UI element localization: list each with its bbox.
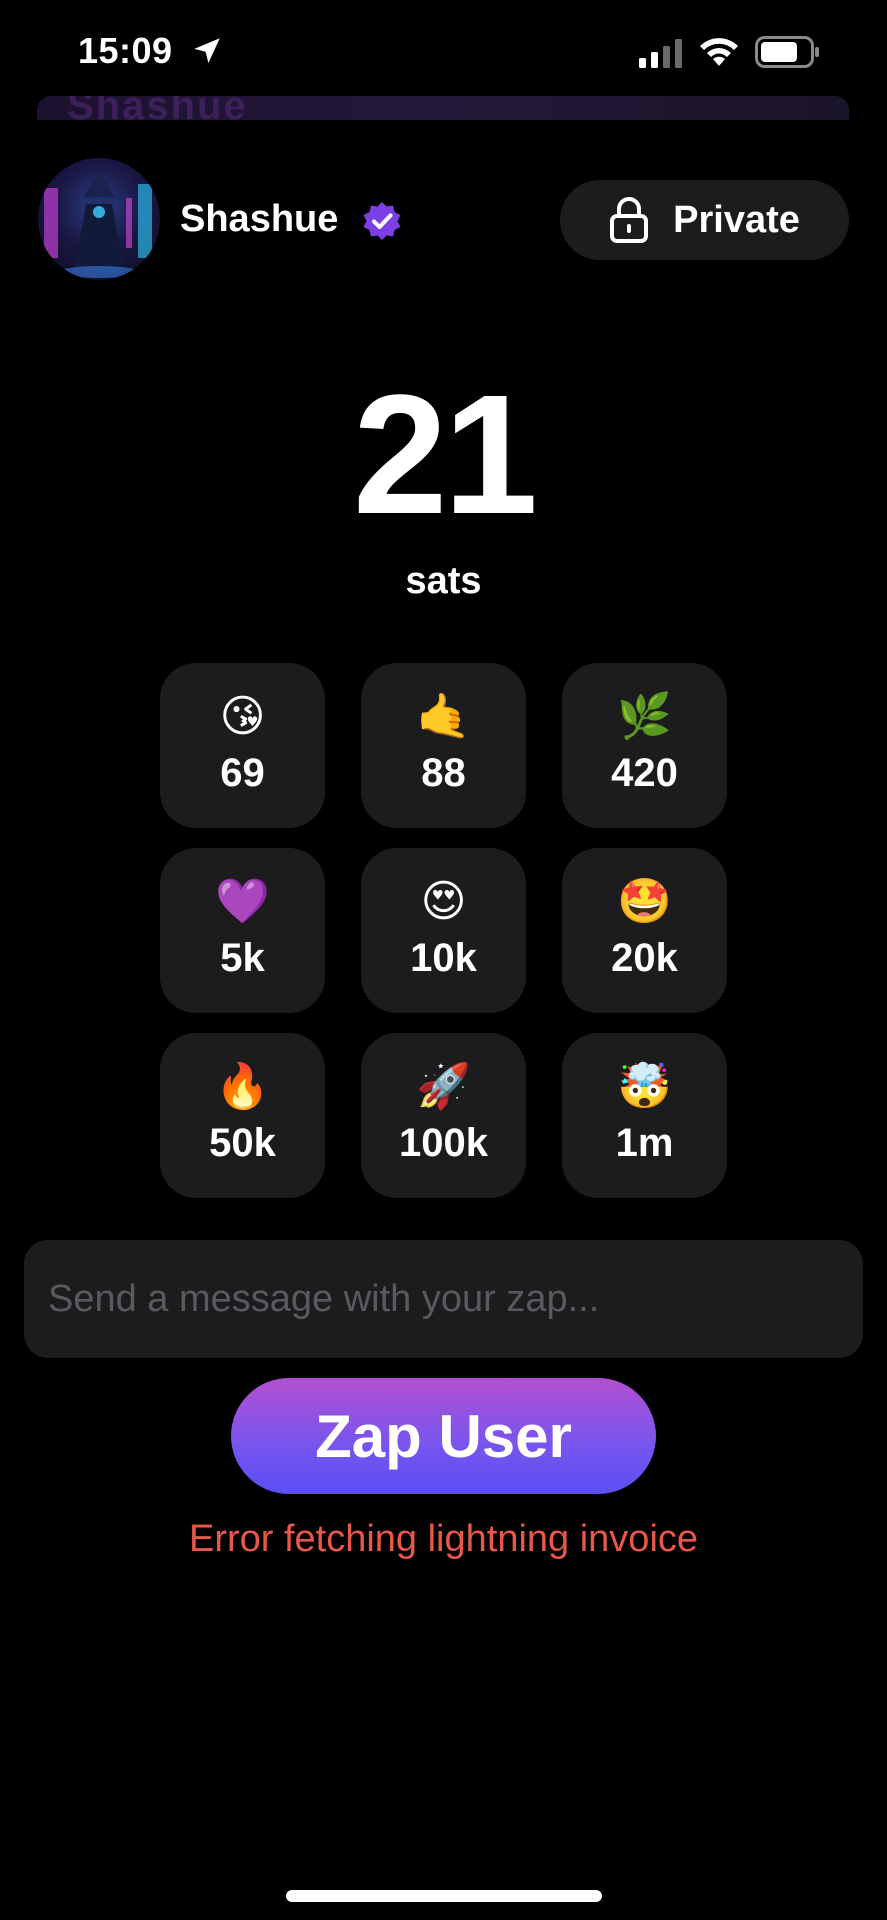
preset-value: 5k — [220, 936, 265, 980]
rocket-emoji-icon: 🚀 — [416, 1062, 471, 1111]
avatar[interactable] — [38, 158, 160, 280]
location-arrow-icon — [194, 38, 220, 64]
preset-value: 88 — [421, 751, 466, 795]
preset-88-button[interactable]: 🤙 88 — [361, 663, 526, 828]
preset-value: 20k — [611, 936, 678, 980]
amount-presets-grid: 😘 69 🤙 88 🌿 420 💜 5k 😍 10k 🤩 20k 🔥 50k 🚀… — [160, 663, 727, 1198]
avatar-image — [44, 170, 152, 278]
preset-50k-button[interactable]: 🔥 50k — [160, 1033, 325, 1198]
preset-1m-button[interactable]: 🤯 1m — [562, 1033, 727, 1198]
heart-eyes-emoji-icon: 😍 — [420, 877, 467, 926]
preset-100k-button[interactable]: 🚀 100k — [361, 1033, 526, 1198]
status-time: 15:09 — [78, 30, 173, 71]
star-struck-emoji-icon: 🤩 — [617, 877, 672, 926]
preset-value: 1m — [615, 1121, 674, 1165]
privacy-toggle-button[interactable]: Private — [560, 180, 849, 260]
herb-emoji-icon: 🌿 — [617, 692, 672, 741]
error-message: Error fetching lightning invoice — [188, 1518, 699, 1560]
zap-message-input[interactable] — [24, 1240, 863, 1358]
home-indicator[interactable] — [286, 1890, 602, 1902]
battery-icon — [755, 36, 819, 68]
zap-amount: 21 — [352, 360, 538, 550]
call-me-hand-emoji-icon: 🤙 — [416, 692, 471, 741]
fire-emoji-icon: 🔥 — [215, 1062, 270, 1111]
purple-heart-emoji-icon: 💜 — [215, 877, 270, 926]
profile-banner: Shashue — [37, 96, 849, 120]
verified-badge-icon — [363, 202, 401, 240]
preset-10k-button[interactable]: 😍 10k — [361, 848, 526, 1013]
preset-value: 100k — [399, 1121, 488, 1165]
amount-unit: sats — [405, 560, 482, 602]
preset-value: 10k — [410, 936, 477, 980]
preset-value: 420 — [611, 751, 678, 795]
preset-value: 50k — [209, 1121, 276, 1165]
preset-69-button[interactable]: 😘 69 — [160, 663, 325, 828]
preset-value: 69 — [220, 751, 265, 795]
preset-20k-button[interactable]: 🤩 20k — [562, 848, 727, 1013]
zap-screen: 15:09 Shashue Shashue Private 21 sats 😘 … — [0, 0, 887, 1920]
signal-icon — [639, 39, 682, 68]
exploding-head-emoji-icon: 🤯 — [617, 1062, 672, 1111]
privacy-label: Private — [673, 198, 800, 241]
preset-420-button[interactable]: 🌿 420 — [562, 663, 727, 828]
lock-icon — [610, 197, 649, 243]
preset-5k-button[interactable]: 💜 5k — [160, 848, 325, 1013]
username[interactable]: Shashue — [180, 198, 338, 241]
wifi-icon — [700, 38, 738, 66]
kiss-emoji-icon: 😘 — [219, 692, 266, 741]
banner-text: Shashue — [67, 96, 248, 120]
zap-user-button[interactable]: Zap User — [231, 1378, 656, 1494]
